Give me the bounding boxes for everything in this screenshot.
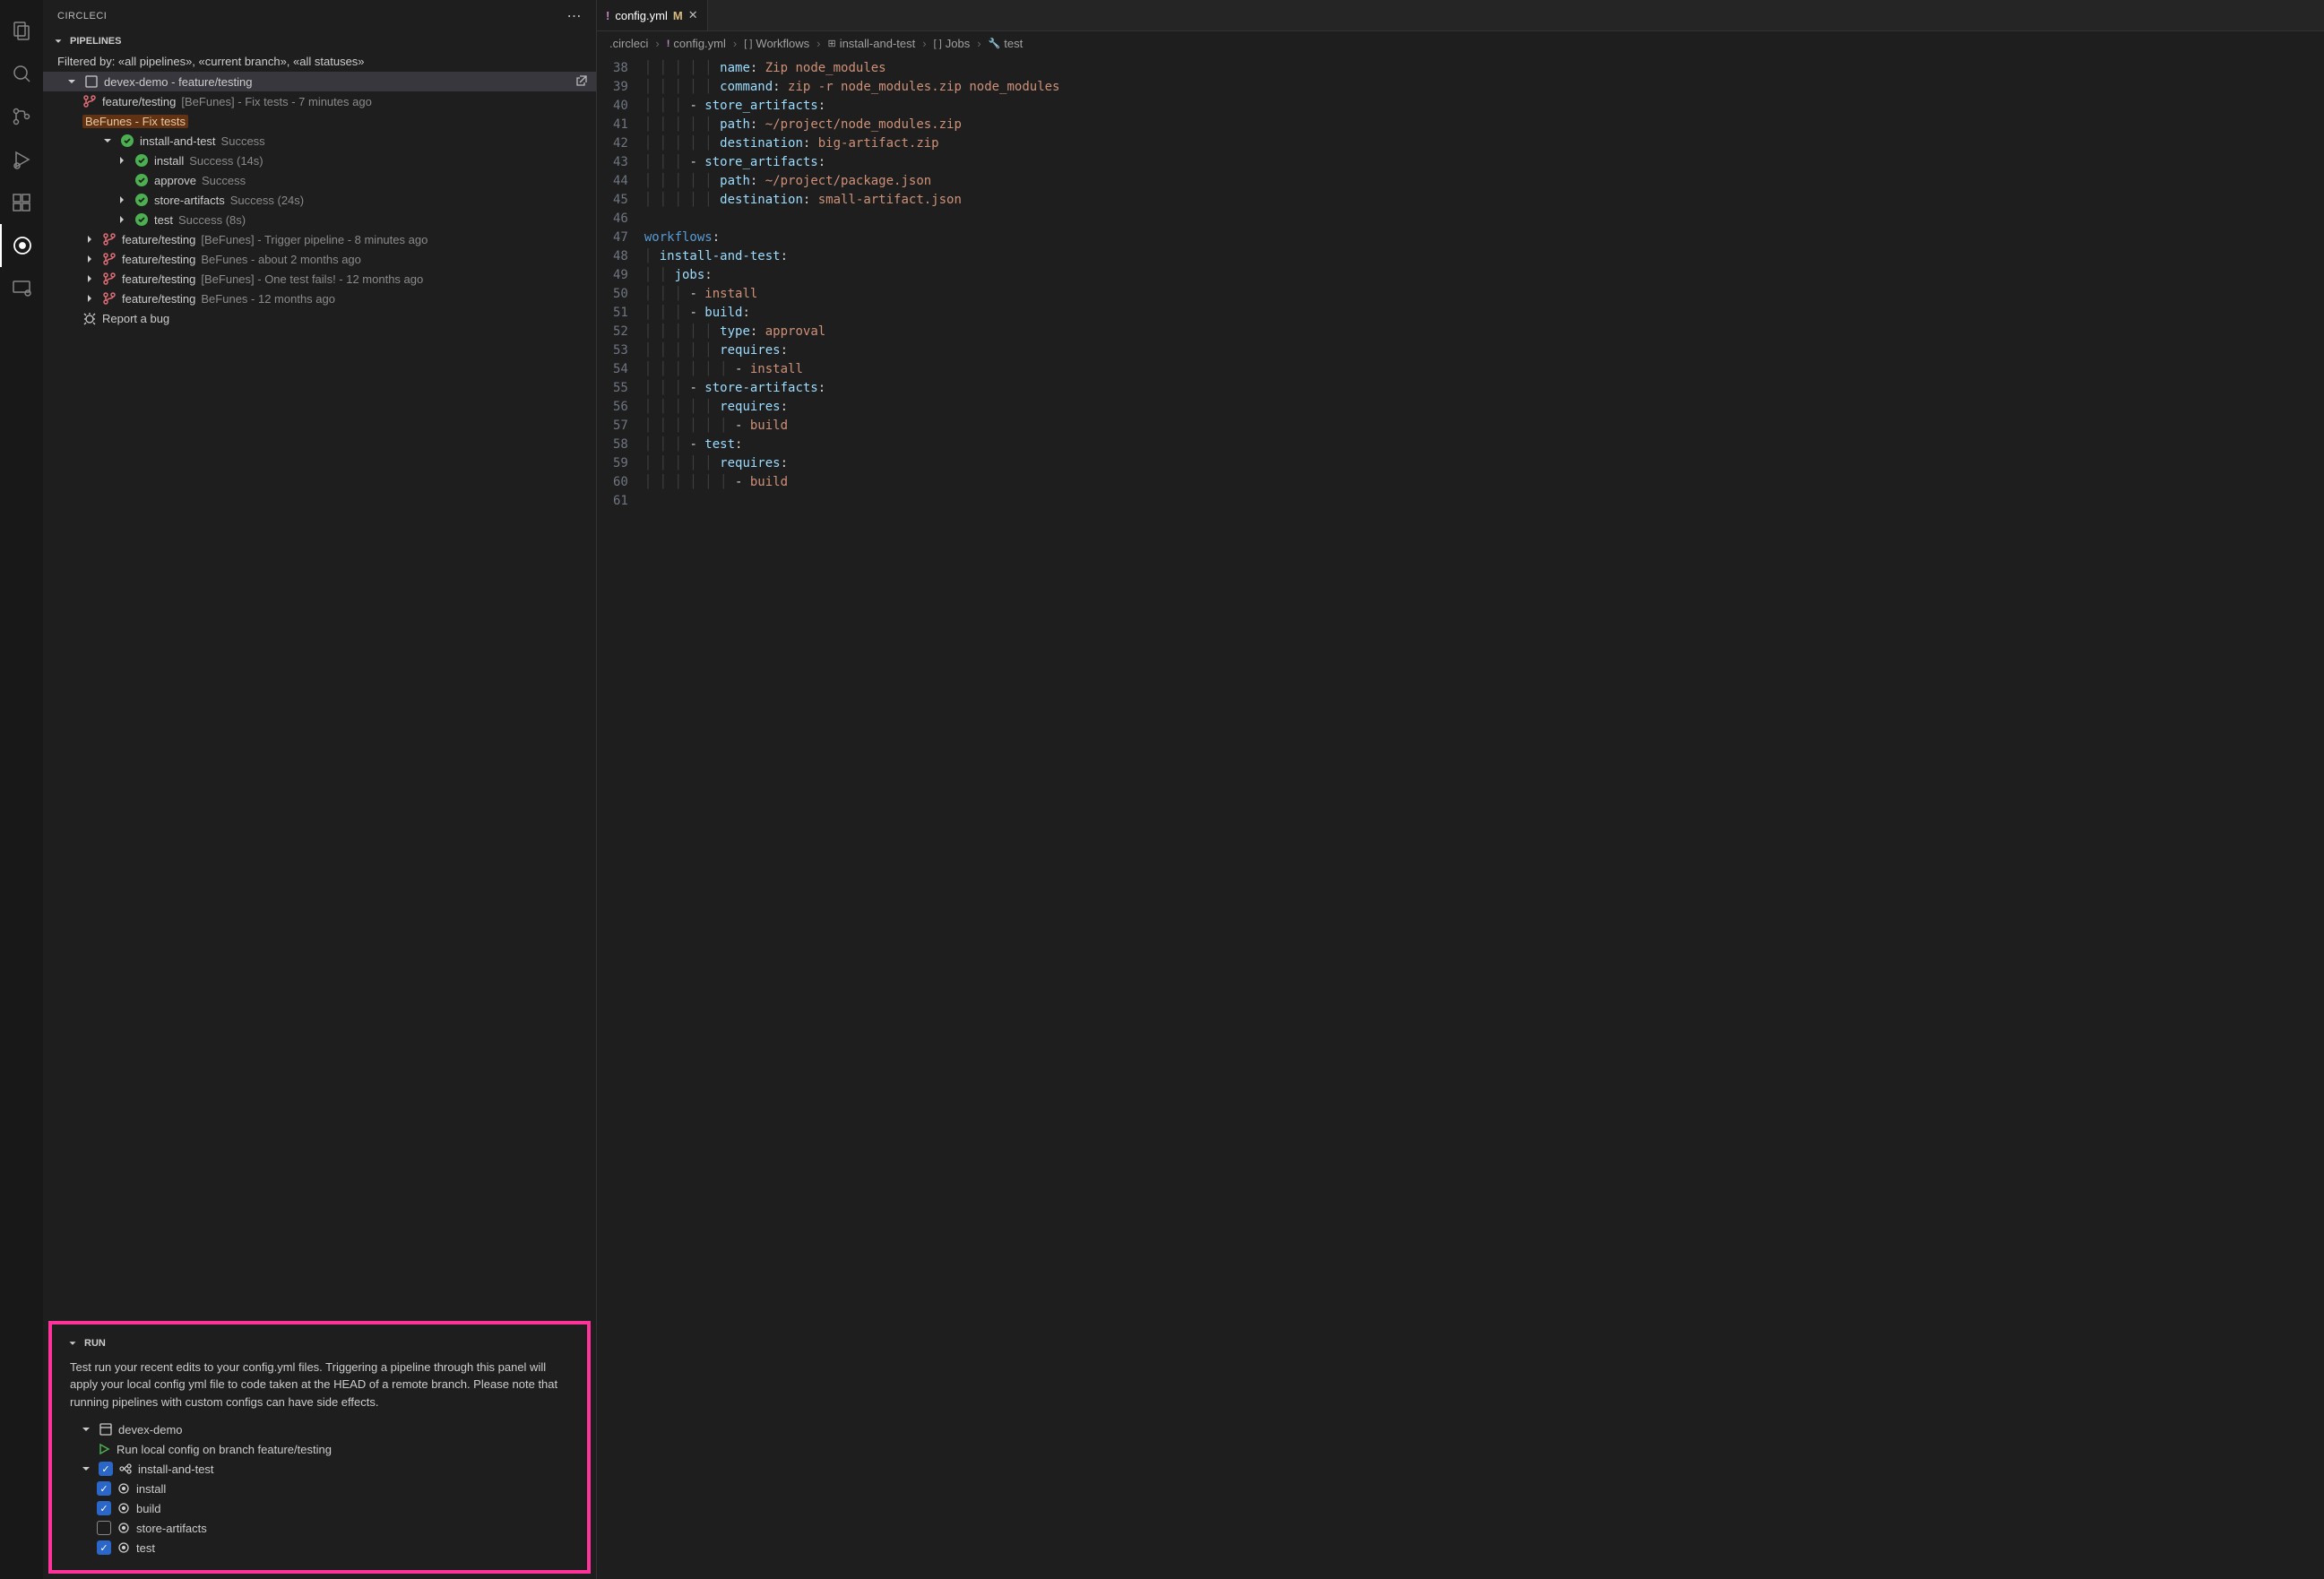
run-workflow-row[interactable]: install-and-test <box>57 1459 582 1479</box>
run-project-row[interactable]: devex-demo <box>57 1419 582 1439</box>
run-panel: RUN Test run your recent edits to your c… <box>48 1321 591 1575</box>
activity-bar <box>0 0 43 1579</box>
code-editor[interactable]: 3839404142434445464748495051525354555657… <box>597 56 2324 1579</box>
run-job-row[interactable]: build <box>57 1498 582 1518</box>
pipelines-section-header[interactable]: PIPELINES <box>43 31 596 51</box>
explorer-icon[interactable] <box>0 9 43 52</box>
job-row[interactable]: store-artifactsSuccess (24s) <box>43 190 596 210</box>
source-control-icon[interactable] <box>0 95 43 138</box>
breadcrumb-item[interactable]: .circleci <box>609 37 648 50</box>
run-job-row[interactable]: test <box>57 1538 582 1557</box>
breadcrumb-item[interactable]: [ ] Jobs <box>934 37 971 50</box>
run-job-row[interactable]: store-artifacts <box>57 1518 582 1538</box>
job-row[interactable]: testSuccess (8s) <box>43 210 596 229</box>
sidebar: CIRCLECI ⋯ PIPELINES Filtered by: «all p… <box>43 0 597 1579</box>
pipelines-tree: devex-demo - feature/testing feature/tes… <box>43 72 596 335</box>
run-job-row[interactable]: install <box>57 1479 582 1498</box>
extensions-icon[interactable] <box>0 181 43 224</box>
pipeline-row[interactable]: feature/testingBeFunes - about 2 months … <box>43 249 596 269</box>
run-debug-icon[interactable] <box>0 138 43 181</box>
report-bug-row[interactable]: Report a bug <box>43 308 596 328</box>
pipeline-row[interactable]: feature/testing[BeFunes] - One test fail… <box>43 269 596 289</box>
search-icon[interactable] <box>0 52 43 95</box>
tab-config-yml[interactable]: ! config.yml M ✕ <box>597 0 708 30</box>
editor: ! config.yml M ✕ .circleci›! config.yml›… <box>597 0 2324 1579</box>
breadcrumb-item[interactable]: ! config.yml <box>667 37 726 50</box>
breadcrumb-item[interactable]: [ ] Workflows <box>744 37 809 50</box>
pipeline-row[interactable]: feature/testingBeFunes - 12 months ago <box>43 289 596 308</box>
run-description: Test run your recent edits to your confi… <box>57 1353 582 1420</box>
breadcrumb-item[interactable]: 🔧 test <box>989 37 1024 50</box>
job-row[interactable]: approveSuccess <box>43 170 596 190</box>
workflow-checkbox[interactable] <box>99 1462 113 1476</box>
pipeline-highlight: BeFunes - Fix tests <box>43 111 596 131</box>
breadcrumbs[interactable]: .circleci›! config.yml›[ ] Workflows›⊞ i… <box>597 31 2324 56</box>
project-row[interactable]: devex-demo - feature/testing <box>43 72 596 91</box>
breadcrumb-item[interactable]: ⊞ install-and-test <box>827 37 915 50</box>
editor-tabs: ! config.yml M ✕ <box>597 0 2324 31</box>
external-link-icon[interactable] <box>575 73 589 91</box>
filter-text: Filtered by: «all pipelines», «current b… <box>43 51 596 72</box>
workflow-row[interactable]: install-and-test Success <box>43 131 596 151</box>
job-checkbox[interactable] <box>97 1521 111 1535</box>
close-icon[interactable]: ✕ <box>688 8 698 22</box>
run-section-header[interactable]: RUN <box>57 1333 582 1353</box>
job-checkbox[interactable] <box>97 1540 111 1555</box>
run-action-row[interactable]: Run local config on branch feature/testi… <box>57 1439 582 1459</box>
job-checkbox[interactable] <box>97 1481 111 1496</box>
job-row[interactable]: installSuccess (14s) <box>43 151 596 170</box>
pipeline-row[interactable]: feature/testing[BeFunes] - Trigger pipel… <box>43 229 596 249</box>
more-icon[interactable]: ⋯ <box>567 7 583 25</box>
yaml-icon: ! <box>606 9 609 22</box>
remote-icon[interactable] <box>0 267 43 310</box>
pipeline-row[interactable]: feature/testing [BeFunes] - Fix tests - … <box>43 91 596 111</box>
sidebar-title: CIRCLECI <box>57 11 107 22</box>
job-checkbox[interactable] <box>97 1501 111 1515</box>
circleci-icon[interactable] <box>0 224 43 267</box>
